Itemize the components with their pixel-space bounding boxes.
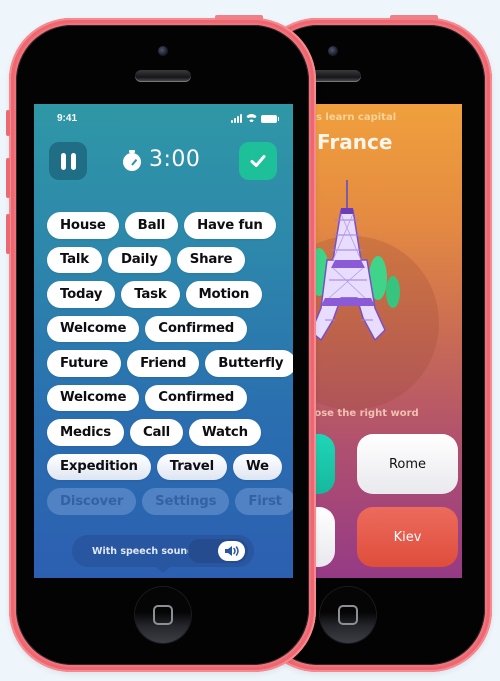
word-chip[interactable]: We [232,453,282,480]
word-chip[interactable]: Confirmed [145,315,248,342]
power-button [215,15,263,20]
eiffel-tower-illustration [309,180,400,342]
earpiece-speaker [135,70,191,82]
word-chip[interactable]: Talk [47,246,102,273]
word-chip[interactable]: Watch [188,419,261,446]
quiz-prompt: Choose the right word [305,408,419,419]
mute-switch [6,110,10,136]
word-chip[interactable]: Expedition [47,453,151,480]
signal-icon [231,114,242,123]
word-chip[interactable]: Confirmed [145,384,248,411]
word-chip[interactable]: Future [47,350,122,377]
word-chip[interactable]: Medics [47,419,124,446]
word-chip-row: House Ball Have fun [47,212,287,239]
speech-sound-toggle[interactable] [188,539,248,563]
pause-icon [60,152,66,170]
checkmark-icon [250,155,266,167]
word-chip-row: Talk Daily Share [47,246,287,273]
battery-icon [261,115,279,123]
answer-option-kiev[interactable]: Kiev [357,507,458,567]
countdown-timer: 3:00 [123,147,200,172]
word-chip[interactable]: Daily [107,246,171,273]
speech-sound-label: With speech sound [92,545,194,557]
word-chip-row: Future Friend Butterfly [47,350,293,377]
timer-value: 3:00 [149,147,201,172]
quiz-country-title: France [317,130,393,154]
word-chip-row: Welcome Confirmed [47,315,287,342]
word-chip[interactable]: House [47,212,119,239]
home-button[interactable] [320,587,376,643]
power-button [390,15,438,20]
word-chip[interactable]: Butterfly [205,350,293,377]
answer-option-rome[interactable]: Rome [357,434,458,494]
word-game-screen: 9:41 3:00 House Ball Have fun Talk Daily Shar… [34,104,293,578]
quiz-screen: Let's learn capital France Choose the ri… [305,104,462,578]
tree-icon [386,276,400,308]
stopwatch-icon [123,149,141,171]
word-chip[interactable]: Task [121,281,180,308]
quiz-subtitle: Let's learn capital [305,112,397,123]
front-camera [328,46,338,56]
word-chip-row: Today Task Motion [47,281,287,308]
word-chip[interactable]: Settings [142,488,230,515]
word-chip-row: Discover Settings First [47,488,293,515]
answer-label: Rome [388,456,427,472]
tooltip-pointer [156,567,170,573]
pause-button[interactable] [49,142,87,180]
status-bar: 9:41 [34,104,293,130]
word-chip[interactable]: Today [47,281,116,308]
word-chip-row: Expedition Travel We [47,453,287,480]
home-square-icon [153,605,173,625]
word-chip[interactable]: Discover [47,488,137,515]
word-chip[interactable]: Share [176,246,246,273]
volume-up-button [6,158,10,198]
word-chip[interactable]: Welcome [47,384,140,411]
pause-icon-bar [70,152,76,170]
word-chip[interactable]: Motion [185,281,263,308]
word-chip[interactable]: Travel [156,453,227,480]
toggle-knob [218,541,245,561]
home-square-icon [338,605,358,625]
answer-label: Kiev [393,529,422,545]
word-chip[interactable]: Friend [127,350,200,377]
wifi-icon [246,114,257,123]
phone-front: 9:41 3:00 House Ball Have fun Talk Daily Shar… [9,15,316,672]
word-chip[interactable]: Call [129,419,183,446]
status-time: 9:41 [57,113,78,124]
confirm-button[interactable] [239,142,277,180]
word-chip-grid: House Ball Have fun Talk Daily Share Today Task… [47,212,293,523]
word-chip[interactable]: Ball [124,212,179,239]
speaker-icon [224,546,239,556]
volume-down-button [6,214,10,254]
word-chip-row: Medics Call Watch [47,419,287,446]
word-chip[interactable]: First [235,488,293,515]
word-chip-row: Welcome Confirmed [47,384,287,411]
front-camera [158,46,168,56]
home-button[interactable] [135,587,191,643]
word-chip[interactable]: Have fun [184,212,276,239]
word-chip[interactable]: Welcome [47,315,140,342]
speech-sound-setting: With speech sound [72,535,254,573]
